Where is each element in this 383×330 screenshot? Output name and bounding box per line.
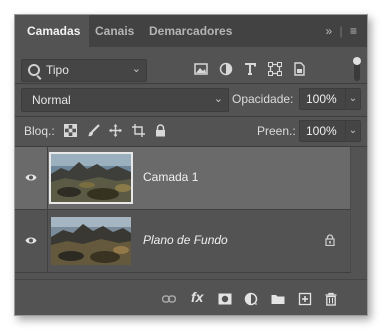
tab-camadas[interactable]: Camadas — [15, 15, 90, 47]
blend-mode-select[interactable]: Normal ⌄ — [21, 88, 229, 112]
layer-thumbnail — [49, 152, 133, 204]
panel-menu: » | ≡ — [325, 24, 357, 38]
type-filter-icon[interactable] — [243, 62, 257, 76]
add-mask-icon[interactable] — [218, 292, 232, 306]
opacity-label: Opacidade: — [232, 92, 294, 106]
lock-artboard-icon[interactable] — [132, 124, 145, 137]
divider — [15, 116, 367, 117]
tab-bar: Camadas Canais Demarcadores » | ≡ — [15, 15, 367, 47]
lock-position-icon[interactable] — [109, 124, 122, 137]
layer-style-fx-button[interactable]: fx — [191, 289, 209, 305]
panel-footer: fx — [15, 279, 367, 315]
filter-toggle[interactable] — [353, 57, 361, 81]
opacity-field[interactable]: 100% ⌄ — [299, 88, 361, 110]
lock-image-pixels-icon[interactable] — [87, 124, 100, 137]
layers-scrollbar[interactable] — [350, 147, 367, 272]
shape-filter-icon[interactable] — [268, 62, 282, 76]
group-folder-icon[interactable] — [271, 292, 285, 306]
blend-mode-value: Normal — [32, 93, 71, 107]
eye-icon[interactable] — [25, 173, 37, 182]
search-icon — [28, 64, 40, 76]
adjustment-filter-icon[interactable] — [219, 62, 233, 76]
lock-all-icon[interactable] — [154, 124, 167, 137]
layer-name[interactable]: Camada 1 — [143, 170, 198, 184]
visibility-column — [15, 210, 48, 272]
smart-object-filter-icon[interactable] — [292, 62, 306, 76]
tab-canais[interactable]: Canais — [95, 15, 134, 47]
filter-type-label: Tipo — [46, 63, 69, 77]
layers-panel: Camadas Canais Demarcadores » | ≡ Tipo ⌄ — [14, 14, 368, 316]
lock-label: Bloq.: — [24, 124, 55, 138]
fill-value: 100% — [306, 124, 337, 138]
layer-row-plano-de-fundo[interactable]: Plano de Fundo — [15, 210, 351, 273]
lock-transparent-pixels-icon[interactable] — [64, 124, 77, 137]
image-filter-icon[interactable] — [194, 62, 208, 76]
chevron-down-icon[interactable]: ⌄ — [345, 121, 360, 141]
new-layer-icon[interactable] — [298, 292, 312, 306]
opacity-value: 100% — [306, 92, 337, 106]
trash-icon[interactable] — [324, 292, 338, 306]
layers-list: Camada 1 Plano de Fundo — [15, 147, 351, 273]
chevron-down-icon[interactable]: ⌄ — [345, 89, 360, 109]
visibility-column — [15, 147, 48, 209]
filter-type-select[interactable]: Tipo ⌄ — [21, 59, 147, 82]
chevron-down-icon: ⌄ — [213, 93, 223, 105]
tab-demarcadores[interactable]: Demarcadores — [149, 15, 232, 47]
layer-lock-icon — [325, 234, 335, 246]
chevron-down-icon: ⌄ — [131, 63, 141, 75]
filter-toggle-knob — [353, 57, 361, 65]
adjustment-layer-icon[interactable] — [244, 292, 258, 306]
layer-name[interactable]: Plano de Fundo — [143, 233, 228, 247]
collapse-icon[interactable]: » — [325, 24, 332, 38]
layer-thumbnail — [51, 217, 131, 265]
eye-icon[interactable] — [25, 236, 37, 245]
fill-label: Preen.: — [257, 124, 296, 138]
divider — [15, 83, 367, 84]
link-layers-icon[interactable] — [162, 292, 176, 306]
layer-row-camada-1[interactable]: Camada 1 — [15, 147, 351, 210]
fill-field[interactable]: 100% ⌄ — [299, 120, 361, 142]
panel-menu-icon[interactable]: ≡ — [350, 24, 357, 38]
